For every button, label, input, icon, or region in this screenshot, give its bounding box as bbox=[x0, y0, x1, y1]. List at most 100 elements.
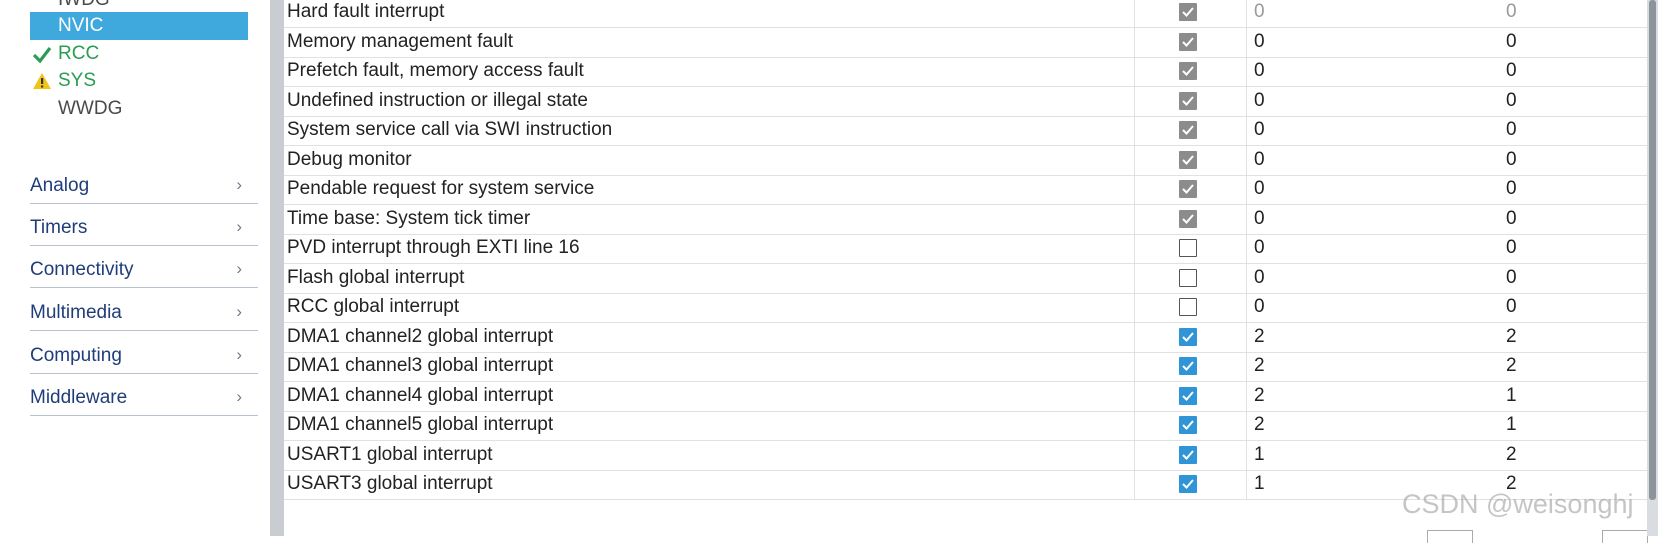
table-row[interactable]: Hard fault interrupt 0 0 bbox=[284, 0, 1658, 28]
preemption-priority[interactable]: 2 bbox=[1246, 411, 1265, 439]
peripheral-item-wwdg[interactable]: WWDG bbox=[30, 95, 248, 123]
enabled-cell bbox=[1134, 204, 1247, 235]
preemption-priority[interactable]: 0 bbox=[1246, 87, 1265, 115]
category-label: Computing bbox=[30, 345, 122, 366]
peripheral-label: RCC bbox=[58, 43, 100, 64]
category-connectivity[interactable]: Connectivity › bbox=[30, 246, 258, 288]
preemption-priority[interactable]: 0 bbox=[1246, 146, 1265, 174]
table-row[interactable]: USART1 global interrupt 1 2 bbox=[284, 440, 1658, 471]
preemption-priority[interactable]: 1 bbox=[1246, 441, 1265, 469]
peripheral-item-sys[interactable]: SYS bbox=[30, 67, 248, 95]
preemption-priority[interactable]: 0 bbox=[1246, 234, 1265, 262]
table-row[interactable]: DMA1 channel5 global interrupt 2 1 bbox=[284, 411, 1658, 441]
category-computing[interactable]: Computing › bbox=[30, 332, 258, 374]
category-multimedia[interactable]: Multimedia › bbox=[30, 289, 258, 331]
sub-priority[interactable]: 0 bbox=[1498, 116, 1517, 144]
table-row[interactable]: Time base: System tick timer 0 0 bbox=[284, 204, 1658, 235]
interrupt-name: USART3 global interrupt bbox=[287, 473, 493, 494]
interrupt-name: Flash global interrupt bbox=[287, 266, 465, 288]
enabled-cell bbox=[1134, 293, 1247, 323]
preemption-priority[interactable]: 2 bbox=[1246, 382, 1265, 410]
table-row[interactable]: Undefined instruction or illegal state 0 0 bbox=[284, 86, 1658, 117]
interrupt-name: Hard fault interrupt bbox=[287, 1, 445, 22]
table-row[interactable]: DMA1 channel2 global interrupt 2 2 bbox=[284, 322, 1658, 353]
enabled-checkbox[interactable] bbox=[1179, 298, 1197, 316]
interrupt-name: Pendable request for system service bbox=[287, 178, 595, 199]
sub-priority[interactable]: 0 bbox=[1498, 146, 1517, 174]
preemption-priority[interactable]: 0 bbox=[1246, 116, 1265, 144]
table-row[interactable]: DMA1 channel3 global interrupt 2 2 bbox=[284, 352, 1658, 382]
scrollbar-thumb[interactable] bbox=[1649, 0, 1656, 500]
chevron-right-icon: › bbox=[236, 217, 242, 236]
table-row[interactable]: Memory management fault 0 0 bbox=[284, 27, 1658, 58]
enabled-cell bbox=[1134, 145, 1247, 176]
table-row[interactable]: PVD interrupt through EXTI line 16 0 0 bbox=[284, 234, 1658, 264]
sub-priority[interactable]: 0 bbox=[1498, 87, 1517, 115]
interrupt-name: Undefined instruction or illegal state bbox=[287, 89, 589, 111]
preemption-priority[interactable]: 0 bbox=[1246, 0, 1265, 26]
category-label: Connectivity bbox=[30, 259, 134, 280]
vertical-scrollbar[interactable] bbox=[1647, 0, 1658, 536]
table-row[interactable]: DMA1 channel4 global interrupt 2 1 bbox=[284, 381, 1658, 412]
sub-priority[interactable]: 0 bbox=[1498, 28, 1517, 56]
enabled-checkbox[interactable] bbox=[1179, 445, 1197, 464]
enabled-checkbox bbox=[1179, 62, 1197, 80]
enabled-cell bbox=[1134, 27, 1247, 58]
preemption-priority[interactable]: 0 bbox=[1246, 205, 1265, 233]
sub-priority[interactable]: 0 bbox=[1498, 293, 1517, 321]
category-label: Timers bbox=[30, 217, 88, 238]
sub-priority[interactable]: 0 bbox=[1498, 175, 1517, 203]
sub-priority[interactable]: 2 bbox=[1498, 441, 1517, 469]
enabled-checkbox[interactable] bbox=[1179, 416, 1197, 434]
sub-priority[interactable]: 0 bbox=[1498, 57, 1517, 85]
preemption-priority[interactable]: 2 bbox=[1246, 323, 1265, 351]
warning-icon bbox=[32, 67, 54, 95]
category-label: Multimedia bbox=[30, 302, 122, 323]
enabled-checkbox[interactable] bbox=[1179, 268, 1197, 287]
table-row[interactable]: Prefetch fault, memory access fault 0 0 bbox=[284, 57, 1658, 87]
enabled-checkbox[interactable] bbox=[1179, 475, 1197, 493]
preemption-priority[interactable]: 0 bbox=[1246, 28, 1265, 56]
peripheral-item-nvic[interactable]: NVIC bbox=[30, 12, 248, 40]
sub-priority[interactable]: 0 bbox=[1498, 205, 1517, 233]
sub-priority[interactable]: 1 bbox=[1498, 382, 1517, 410]
sub-priority[interactable]: 2 bbox=[1498, 352, 1517, 380]
category-timers[interactable]: Timers › bbox=[30, 204, 258, 246]
preemption-priority[interactable]: 2 bbox=[1246, 352, 1265, 380]
preemption-priority[interactable]: 0 bbox=[1246, 175, 1265, 203]
interrupt-name: Time base: System tick timer bbox=[287, 207, 531, 229]
sub-priority[interactable]: 0 bbox=[1498, 234, 1517, 262]
table-row[interactable]: Pendable request for system service 0 0 bbox=[284, 175, 1658, 205]
enabled-checkbox[interactable] bbox=[1179, 239, 1197, 257]
preemption-priority[interactable]: 1 bbox=[1246, 470, 1265, 498]
enabled-cell bbox=[1134, 57, 1247, 87]
interrupt-name: DMA1 channel5 global interrupt bbox=[287, 414, 554, 435]
sub-priority[interactable]: 0 bbox=[1498, 0, 1517, 26]
preemption-priority[interactable]: 0 bbox=[1246, 57, 1265, 85]
enabled-cell bbox=[1134, 440, 1247, 471]
enabled-cell bbox=[1134, 322, 1247, 353]
bottom-field-2[interactable] bbox=[1602, 530, 1648, 543]
table-row[interactable]: Debug monitor 0 0 bbox=[284, 145, 1658, 176]
peripheral-item-rcc[interactable]: RCC bbox=[30, 40, 248, 68]
preemption-priority[interactable]: 0 bbox=[1246, 264, 1265, 292]
preemption-priority[interactable]: 0 bbox=[1246, 293, 1265, 321]
sub-priority[interactable]: 2 bbox=[1498, 323, 1517, 351]
bottom-field-1[interactable] bbox=[1427, 530, 1473, 543]
category-analog[interactable]: Analog › bbox=[30, 162, 258, 204]
enabled-cell bbox=[1134, 0, 1247, 28]
category-middleware[interactable]: Middleware › bbox=[30, 374, 258, 416]
sub-priority[interactable]: 1 bbox=[1498, 411, 1517, 439]
enabled-checkbox[interactable] bbox=[1179, 357, 1197, 375]
panel-splitter[interactable] bbox=[270, 0, 284, 536]
sub-priority[interactable]: 0 bbox=[1498, 264, 1517, 292]
enabled-checkbox[interactable] bbox=[1179, 386, 1197, 405]
chevron-right-icon: › bbox=[236, 175, 242, 194]
enabled-checkbox[interactable] bbox=[1179, 327, 1197, 346]
peripheral-label: NVIC bbox=[58, 15, 104, 36]
table-row[interactable]: System service call via SWI instruction 0… bbox=[284, 116, 1658, 146]
enabled-checkbox bbox=[1179, 91, 1197, 110]
table-row[interactable]: RCC global interrupt 0 0 bbox=[284, 293, 1658, 323]
enabled-cell bbox=[1134, 263, 1247, 294]
table-row[interactable]: Flash global interrupt 0 0 bbox=[284, 263, 1658, 294]
